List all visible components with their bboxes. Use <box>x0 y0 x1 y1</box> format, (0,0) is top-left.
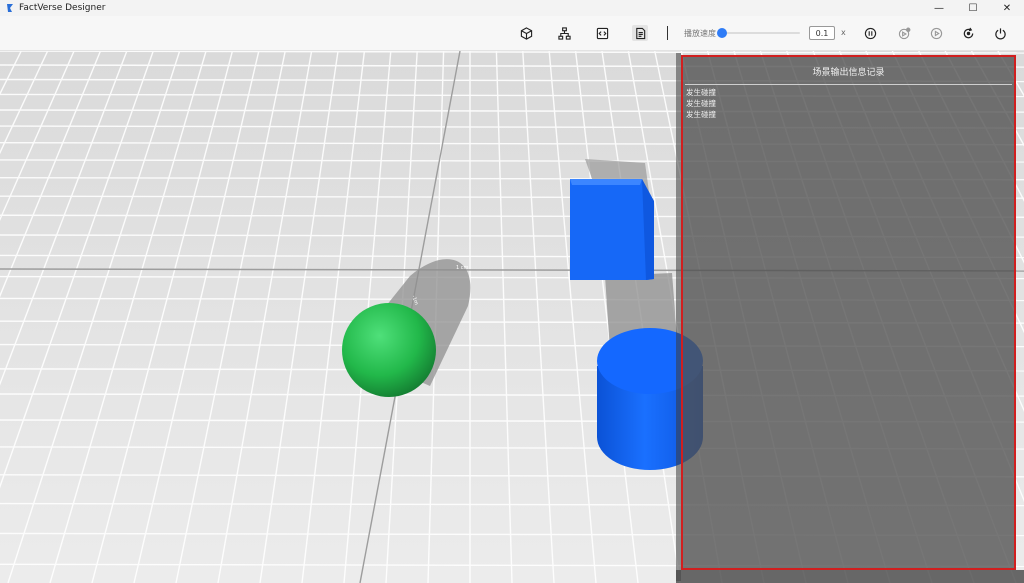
speed-label: 播放速度 <box>684 29 716 38</box>
log-panel-title: 场景输出信息记录 <box>812 68 885 78</box>
blue-cube[interactable] <box>570 179 654 280</box>
play-button[interactable] <box>928 25 944 41</box>
hierarchy-button[interactable] <box>556 25 572 41</box>
hierarchy-icon <box>557 26 571 40</box>
scene-output-log-panel[interactable]: 场景输出信息记录 发生碰撞 发生碰撞 发生碰撞 <box>681 55 1016 570</box>
power-button[interactable] <box>992 25 1008 41</box>
minimize-button[interactable]: — <box>922 0 956 16</box>
speed-input[interactable]: 0.1 <box>809 26 835 40</box>
log-entry: 发生碰撞 <box>686 99 716 108</box>
power-icon <box>994 27 1006 40</box>
green-sphere[interactable] <box>342 303 436 397</box>
log-entry: 发生碰撞 <box>686 110 716 119</box>
toolbar: 播放速度 0.1 x <box>0 16 1024 51</box>
play-icon <box>930 27 942 39</box>
pause-button[interactable] <box>862 25 878 41</box>
document-icon <box>635 27 645 39</box>
speed-unit: x <box>841 28 846 37</box>
step-settings-icon <box>898 27 910 39</box>
close-button[interactable]: ✕ <box>990 0 1024 16</box>
log-entries: 发生碰撞 发生碰撞 发生碰撞 <box>683 85 1014 120</box>
speed-slider[interactable] <box>718 32 800 34</box>
cube-icon <box>520 26 532 40</box>
toolbar-divider <box>667 26 668 40</box>
floor-label: 1 cm <box>456 265 469 271</box>
log-entry: 发生碰撞 <box>686 88 716 97</box>
code-button[interactable] <box>594 25 610 41</box>
window-title: FactVerse Designer <box>19 3 106 13</box>
pause-icon <box>864 27 876 39</box>
reset-icon <box>963 27 973 38</box>
log-panel-footer <box>676 570 1024 583</box>
app-logo-icon <box>7 4 13 12</box>
title-bar: FactVerse Designer — ☐ ✕ <box>0 0 1024 16</box>
reset-button[interactable] <box>960 25 976 41</box>
maximize-button[interactable]: ☐ <box>956 0 990 16</box>
step-settings-button[interactable] <box>896 25 912 41</box>
cube-view-button[interactable] <box>518 25 534 41</box>
code-icon <box>596 27 608 39</box>
speed-slider-handle[interactable] <box>717 28 728 38</box>
log-document-button[interactable] <box>632 25 648 41</box>
